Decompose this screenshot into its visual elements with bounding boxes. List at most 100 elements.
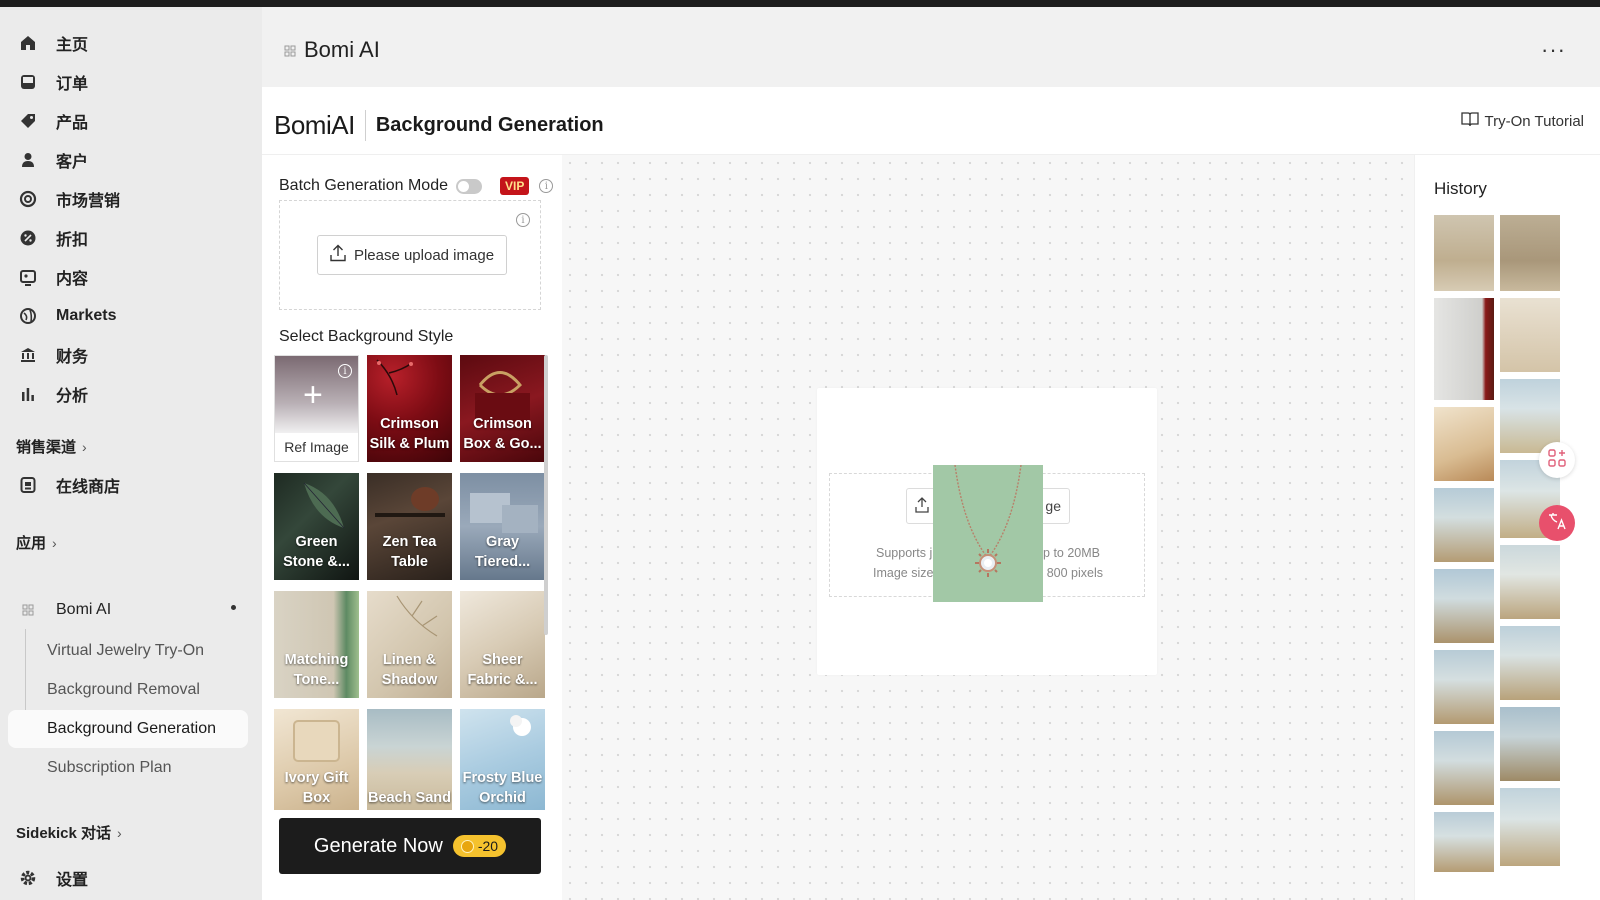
credit-cost-badge: -20 bbox=[452, 835, 507, 857]
style-tile[interactable]: Ivory Gift Box bbox=[274, 709, 359, 810]
nav-item-marketing[interactable]: 市场营销 bbox=[8, 182, 248, 216]
home-icon bbox=[18, 33, 38, 53]
history-thumbnail[interactable] bbox=[1500, 298, 1560, 372]
store-icon bbox=[18, 475, 38, 495]
tutorial-label: Try-On Tutorial bbox=[1484, 112, 1584, 130]
history-thumbnail[interactable] bbox=[1500, 626, 1560, 700]
nav-label: 主页 bbox=[56, 37, 89, 54]
style-tile[interactable]: Gray Tiered... bbox=[460, 473, 545, 580]
history-thumbnail[interactable] bbox=[1434, 298, 1494, 400]
nav-item-bomi-ai[interactable]: Bomi AI bbox=[8, 593, 248, 627]
canvas-area: ge Supports j p to 20MB Image size x 800… bbox=[562, 155, 1414, 900]
upload-image-button[interactable]: Please upload image bbox=[317, 235, 507, 275]
nav-item-orders[interactable]: 订单 bbox=[8, 65, 248, 99]
style-tile[interactable]: Green Stone &... bbox=[274, 473, 359, 580]
settings-panel: Batch Generation Mode VIP i i Please upl… bbox=[262, 155, 562, 900]
nav-item-home[interactable]: 主页 bbox=[8, 26, 248, 60]
ref-image-tile[interactable]: + i Ref Image bbox=[274, 355, 359, 462]
apps-header[interactable]: 应用 › bbox=[16, 532, 57, 553]
info-icon[interactable]: i bbox=[539, 179, 554, 193]
app-header: Bomi AI ··· bbox=[262, 7, 1600, 87]
subnav-label: Subscription Plan bbox=[47, 759, 172, 776]
book-icon bbox=[1460, 111, 1479, 131]
style-tile[interactable]: Matching Tone... bbox=[274, 591, 359, 698]
image-icon bbox=[18, 267, 38, 287]
page-heading: BomiAI Background Generation bbox=[274, 105, 604, 145]
batch-mode-toggle[interactable] bbox=[456, 178, 482, 194]
chevron-right-icon: › bbox=[117, 824, 122, 841]
nav-item-settings[interactable]: 设置 bbox=[8, 861, 248, 895]
nav-item-discounts[interactable]: 折扣 bbox=[8, 221, 248, 255]
page-title: Background Generation bbox=[375, 113, 604, 136]
nav-item-products[interactable]: 产品 bbox=[8, 104, 248, 138]
nav-label: 内容 bbox=[56, 271, 89, 288]
size-right: x 800 pixels bbox=[1036, 566, 1103, 580]
style-tile[interactable]: Frosty Blue Orchid bbox=[460, 709, 545, 810]
style-tile[interactable]: Linen & Shadow bbox=[367, 591, 452, 698]
select-style-heading: Select Background Style bbox=[279, 328, 454, 345]
history-thumbnail[interactable] bbox=[1434, 731, 1494, 805]
coin-icon bbox=[460, 839, 474, 853]
style-tile[interactable]: Sheer Fabric &... bbox=[460, 591, 545, 698]
style-tile[interactable]: Crimson Silk & Plum bbox=[367, 355, 452, 462]
translate-icon bbox=[1546, 510, 1568, 537]
subnav-background-removal[interactable]: Background Removal bbox=[8, 671, 248, 709]
style-label: Crimson Silk & Plum bbox=[369, 416, 450, 452]
vip-badge: VIP bbox=[500, 177, 530, 195]
apps-shortcut-button[interactable] bbox=[1539, 442, 1575, 478]
history-thumbnail[interactable] bbox=[1434, 569, 1494, 643]
style-tile[interactable]: Crimson Box & Go... bbox=[460, 355, 545, 462]
translate-button[interactable] bbox=[1539, 505, 1575, 541]
info-icon[interactable]: i bbox=[516, 213, 530, 227]
dragged-product-preview[interactable] bbox=[933, 465, 1043, 602]
orchid-icon bbox=[510, 715, 531, 736]
history-thumbnail[interactable] bbox=[1500, 788, 1560, 866]
history-thumbnail[interactable] bbox=[1434, 488, 1494, 562]
sales-channels-header[interactable]: 销售渠道 › bbox=[16, 436, 87, 457]
nav-label: Markets bbox=[56, 307, 117, 324]
history-thumbnail[interactable] bbox=[1500, 545, 1560, 619]
history-thumbnail[interactable] bbox=[1434, 812, 1494, 872]
subnav-label: Background Removal bbox=[47, 681, 200, 698]
style-tile[interactable]: Zen Tea Table bbox=[367, 473, 452, 580]
info-icon[interactable]: i bbox=[338, 364, 352, 378]
history-thumbnail[interactable] bbox=[1434, 407, 1494, 481]
nav-item-content[interactable]: 内容 bbox=[8, 260, 248, 294]
bank-icon bbox=[18, 345, 38, 365]
nav-label: 在线商店 bbox=[56, 479, 121, 496]
canvas-upload-label: ge bbox=[1045, 498, 1061, 514]
subnav-subscription-plan[interactable]: Subscription Plan bbox=[8, 749, 248, 787]
history-panel: History bbox=[1414, 155, 1600, 900]
history-thumbnail[interactable] bbox=[1434, 650, 1494, 724]
upload-icon bbox=[915, 496, 929, 516]
style-label: Sheer Fabric &... bbox=[467, 652, 538, 688]
style-label: Matching Tone... bbox=[284, 652, 349, 688]
more-options-button[interactable]: ··· bbox=[1541, 37, 1566, 63]
nav-label: 订单 bbox=[56, 76, 89, 93]
try-on-tutorial-link[interactable]: Try-On Tutorial bbox=[1460, 111, 1584, 131]
subnav-virtual-try-on[interactable]: Virtual Jewelry Try-On bbox=[8, 632, 248, 670]
necklace-icon bbox=[954, 465, 1022, 577]
upload-dropzone[interactable]: i Please upload image bbox=[279, 200, 541, 310]
sidekick-header[interactable]: Sidekick 对话 › bbox=[16, 822, 122, 843]
history-thumbnail[interactable] bbox=[1434, 215, 1494, 291]
nav-item-online-store[interactable]: 在线商店 bbox=[8, 468, 248, 502]
app-title: Bomi AI bbox=[284, 37, 380, 63]
app-main: BomiAI Background Generation Try-On Tuto… bbox=[262, 87, 1600, 900]
style-label: Crimson Box & Go... bbox=[463, 416, 542, 452]
nav-item-analytics[interactable]: 分析 bbox=[8, 377, 248, 411]
size-left: Image size bbox=[873, 566, 934, 580]
nav-item-finance[interactable]: 财务 bbox=[8, 338, 248, 372]
subnav-background-generation[interactable]: Background Generation bbox=[8, 710, 248, 748]
style-grid-scrollbar[interactable] bbox=[544, 355, 548, 635]
history-thumbnail[interactable] bbox=[1500, 215, 1560, 291]
generate-now-button[interactable]: Generate Now -20 bbox=[279, 818, 541, 874]
nav-item-markets[interactable]: Markets bbox=[8, 299, 248, 333]
nav-item-customers[interactable]: 客户 bbox=[8, 143, 248, 177]
ref-image-label: Ref Image bbox=[275, 433, 358, 461]
style-label: Zen Tea Table bbox=[382, 534, 437, 570]
upload-card: ge Supports j p to 20MB Image size x 800… bbox=[817, 388, 1157, 675]
style-tile[interactable]: Beach Sand bbox=[367, 709, 452, 810]
app-grid-icon bbox=[284, 37, 296, 63]
history-thumbnail[interactable] bbox=[1500, 707, 1560, 781]
